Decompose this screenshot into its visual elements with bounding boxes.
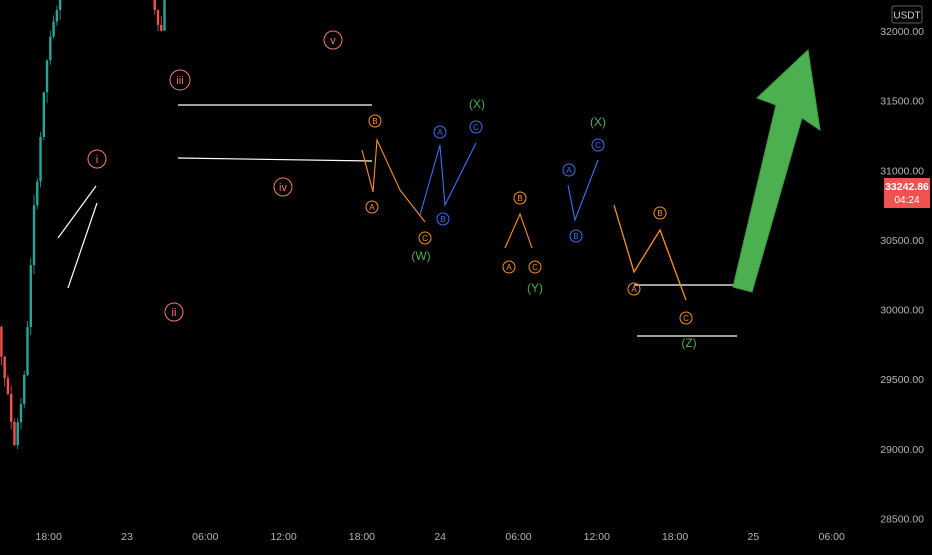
last-price-label: 33242.86 bbox=[885, 181, 929, 193]
currency-label: USDT bbox=[893, 11, 920, 22]
blue-label-a-1: A bbox=[437, 128, 443, 137]
y-tick-label: 29500.00 bbox=[880, 374, 924, 386]
y-tick-label: 31500.00 bbox=[880, 96, 924, 108]
orange-label-c-1: C bbox=[422, 234, 428, 243]
candle-body bbox=[19, 404, 23, 423]
x-tick-label: 25 bbox=[748, 531, 760, 543]
blue-label-a-2: A bbox=[566, 166, 572, 175]
candle-body bbox=[55, 10, 59, 22]
wave-label-iv: iv bbox=[279, 182, 287, 194]
orange-label-b-3: B bbox=[657, 209, 662, 218]
candle-body bbox=[39, 137, 42, 182]
wave-label-iii: iii bbox=[176, 75, 183, 87]
y-tick-label: 31000.00 bbox=[880, 165, 924, 177]
x-tick-label: 23 bbox=[121, 531, 133, 543]
green-label-z: (Z) bbox=[681, 336, 696, 350]
wave-label-ii: ii bbox=[172, 307, 177, 319]
wave-label-i: i bbox=[96, 154, 98, 166]
orange-label-c-3: C bbox=[683, 314, 689, 323]
candle-body bbox=[45, 60, 49, 93]
currency-badge[interactable]: USDT bbox=[891, 5, 923, 24]
candle-body bbox=[49, 36, 52, 61]
orange-label-a-3: A bbox=[631, 285, 637, 294]
x-tick-label: 12:00 bbox=[584, 531, 610, 543]
candle-body bbox=[58, 0, 62, 11]
y-tick-label: 28500.00 bbox=[880, 514, 924, 526]
blue-label-c-2: C bbox=[595, 141, 601, 150]
candle-body bbox=[9, 393, 13, 422]
x-tick-label: 18:00 bbox=[36, 531, 62, 543]
orange-label-b-1: B bbox=[372, 117, 377, 126]
blue-label-c-1: C bbox=[473, 123, 479, 132]
candle-body bbox=[160, 24, 163, 31]
orange-label-a-1: A bbox=[369, 203, 375, 212]
candle-body bbox=[23, 375, 26, 405]
wave-label-v: v bbox=[330, 35, 336, 47]
y-tick-label: 29000.00 bbox=[880, 444, 924, 456]
x-tick-label: 24 bbox=[434, 531, 446, 543]
y-tick-label: 32000.00 bbox=[880, 26, 924, 38]
x-tick-label: 06:00 bbox=[505, 531, 531, 543]
candle-body bbox=[163, 0, 166, 31]
countdown-label: 04:24 bbox=[894, 195, 919, 206]
green-label-x-2: (X) bbox=[590, 115, 606, 129]
green-label-w: (W) bbox=[411, 249, 430, 263]
price-chart-svg: iiiiiiivvBACBA CBACABCABC(W)(X)(Y)(X)(Z) … bbox=[0, 0, 932, 550]
candle-body bbox=[13, 421, 16, 446]
green-label-y: (Y) bbox=[527, 281, 543, 295]
blue-label-b-2: B bbox=[573, 232, 578, 241]
candle-body bbox=[29, 265, 32, 328]
blue-label-b-1: B bbox=[440, 215, 445, 224]
candle-body bbox=[6, 378, 10, 394]
y-tick-label: 30000.00 bbox=[880, 305, 924, 317]
candle-body bbox=[3, 356, 6, 379]
candle-body bbox=[32, 205, 36, 266]
x-tick-label: 12:00 bbox=[270, 531, 296, 543]
candle-body bbox=[26, 327, 29, 376]
y-tick-label: 30500.00 bbox=[880, 235, 924, 247]
green-label-x-1: (X) bbox=[469, 97, 485, 111]
price-chart[interactable]: i ii iii iv v B A C B A C B A C A B C A B C (W) (X) (Y) (X) (Z) … bbox=[0, 0, 932, 550]
orange-label-a-2: A bbox=[506, 263, 512, 272]
candle-body bbox=[36, 181, 39, 206]
candle-body bbox=[153, 0, 156, 10]
candle-body bbox=[52, 21, 55, 37]
x-tick-label: 18:00 bbox=[349, 531, 375, 543]
candle-body bbox=[0, 327, 3, 357]
x-tick-label: 06:00 bbox=[819, 531, 845, 543]
candle-body bbox=[16, 422, 19, 446]
x-tick-label: 18:00 bbox=[662, 531, 688, 543]
orange-label-b-2: B bbox=[517, 194, 522, 203]
last-price-badge: 33242.86 04:24 bbox=[884, 178, 930, 208]
orange-label-c-2: C bbox=[532, 263, 538, 272]
candle-body bbox=[42, 92, 46, 138]
candle-body bbox=[156, 9, 160, 25]
x-tick-label: 06:00 bbox=[192, 531, 218, 543]
